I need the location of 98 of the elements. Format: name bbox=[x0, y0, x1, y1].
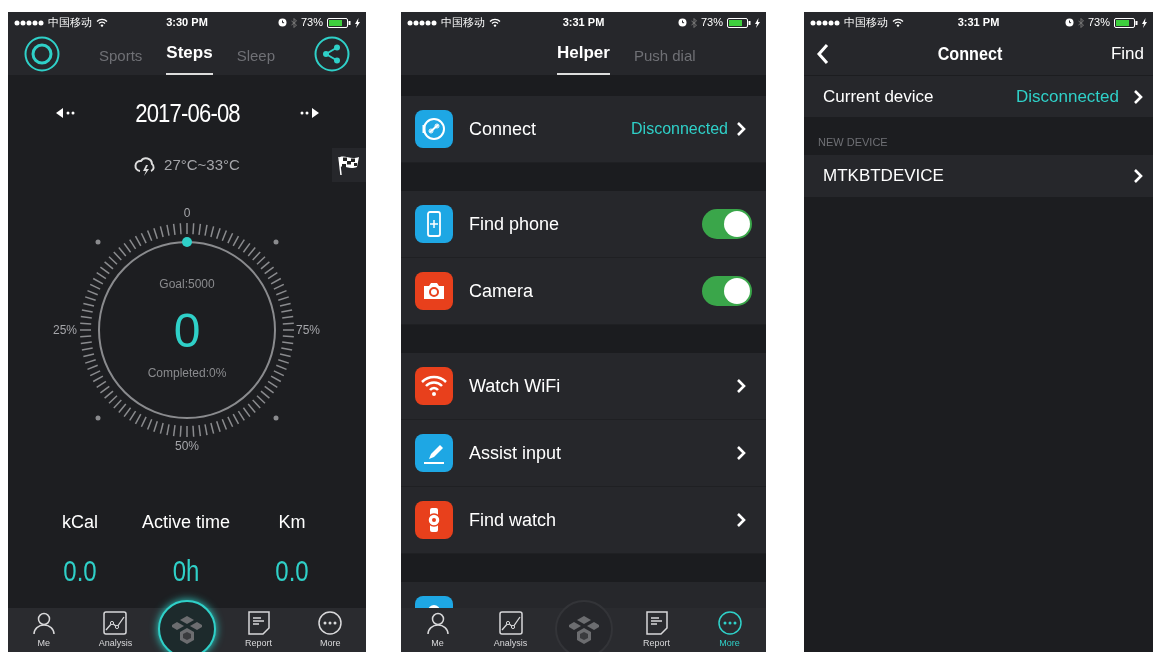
line-chart-icon bbox=[498, 611, 523, 635]
connection-status: Disconnected bbox=[631, 119, 728, 139]
row-label: Watch WiFi bbox=[469, 374, 561, 398]
report-icon bbox=[246, 611, 271, 635]
date-label: 2017-06-08 bbox=[134, 96, 240, 130]
battery-percent: 73% bbox=[701, 15, 723, 31]
current-device-row[interactable]: Current device Disconnected bbox=[804, 75, 1153, 117]
charging-bolt-icon bbox=[755, 17, 760, 28]
cubes-icon bbox=[567, 614, 600, 644]
report-icon bbox=[644, 611, 669, 635]
more-icon bbox=[717, 611, 742, 635]
carrier-name: 中国移动 bbox=[844, 15, 888, 31]
bluetooth-icon bbox=[691, 17, 697, 28]
tab-bar-item[interactable]: Report bbox=[620, 608, 693, 652]
toggle-switch[interactable] bbox=[702, 276, 752, 306]
cubes-icon bbox=[171, 614, 203, 644]
header-tab[interactable]: Steps bbox=[166, 35, 213, 75]
device-name: MTKBTDEVICE bbox=[823, 165, 944, 188]
tab-bar-item[interactable]: Analysis bbox=[474, 608, 547, 652]
toggle-switch[interactable] bbox=[702, 209, 752, 239]
connection-status: Disconnected bbox=[1016, 85, 1119, 108]
scale-label: 75% bbox=[296, 323, 320, 337]
flag-button[interactable] bbox=[332, 148, 366, 182]
row-label: Assist input bbox=[469, 441, 562, 465]
bluetooth-icon bbox=[291, 17, 297, 28]
signal-icon bbox=[810, 19, 840, 26]
wifi-icon bbox=[892, 18, 904, 27]
temperature-range: 27°C~33°C bbox=[164, 154, 240, 175]
section-label: NEW DEVICE bbox=[818, 134, 888, 150]
tab-bar-item[interactable]: Analysis bbox=[79, 608, 152, 652]
share-icon[interactable] bbox=[314, 36, 350, 72]
row-label: Find phone bbox=[469, 212, 560, 236]
step-count: 0 bbox=[173, 304, 201, 357]
carrier-name: 中国移动 bbox=[48, 15, 92, 31]
person-icon bbox=[31, 611, 56, 635]
scale-label: 25% bbox=[53, 323, 77, 337]
tab-bar-item[interactable]: More bbox=[693, 608, 766, 652]
scale-label: 0 bbox=[183, 206, 191, 220]
charging-bolt-icon bbox=[1142, 17, 1147, 28]
settings-row[interactable]: Assist input bbox=[401, 420, 766, 487]
settings-row[interactable]: Camera bbox=[401, 258, 766, 325]
find-button[interactable]: Find bbox=[1109, 40, 1145, 68]
alarm-icon bbox=[278, 18, 287, 27]
thunderstorm-cloud-icon bbox=[134, 154, 157, 176]
status-time: 3:31 PM bbox=[562, 15, 605, 31]
wifi-icon bbox=[489, 18, 501, 27]
alarm-icon bbox=[678, 18, 687, 27]
stat-label: Active time bbox=[141, 511, 231, 534]
battery-icon bbox=[327, 17, 351, 28]
stat-value: 0.0 bbox=[62, 553, 98, 589]
checkered-flag-icon bbox=[338, 155, 360, 175]
stat-label: Km bbox=[277, 511, 307, 534]
line-chart-icon bbox=[103, 611, 128, 635]
signal-icon bbox=[14, 19, 44, 26]
alarm-icon bbox=[1065, 18, 1074, 27]
device-row[interactable]: MTKBTDEVICE bbox=[804, 155, 1153, 197]
row-label: Find watch bbox=[469, 508, 557, 532]
more-icon bbox=[318, 611, 343, 635]
tab-bar-item[interactable]: Me bbox=[401, 608, 474, 652]
settings-row[interactable]: Find watch bbox=[401, 487, 766, 554]
chevron-icon bbox=[736, 121, 746, 137]
battery-icon bbox=[727, 17, 751, 28]
stat-value: 0.0 bbox=[274, 553, 310, 589]
row-label: Current device bbox=[823, 85, 934, 108]
chevron-icon bbox=[736, 378, 746, 394]
signal-icon bbox=[407, 19, 437, 26]
tab-bar-item[interactable]: Report bbox=[222, 608, 295, 652]
center-button[interactable] bbox=[158, 600, 216, 652]
battery-percent: 73% bbox=[301, 15, 323, 31]
circle-logo-icon[interactable] bbox=[24, 36, 60, 72]
battery-icon bbox=[1114, 17, 1138, 28]
status-time: 3:30 PM bbox=[166, 15, 208, 31]
chevron-icon bbox=[736, 512, 746, 528]
battery-percent: 73% bbox=[1088, 15, 1110, 31]
progress-dot bbox=[182, 237, 192, 247]
row-label: Connect bbox=[469, 117, 537, 141]
settings-row[interactable]: Watch WiFi bbox=[401, 353, 766, 420]
tab-bar-item[interactable]: More bbox=[294, 608, 366, 652]
completion-label: Completed:0% bbox=[147, 366, 227, 380]
chevron-icon bbox=[736, 445, 746, 461]
bluetooth-icon bbox=[1078, 17, 1084, 28]
back-icon[interactable] bbox=[816, 43, 830, 65]
goal-label: Goal:5000 bbox=[159, 277, 215, 291]
stat-label: kCal bbox=[61, 511, 99, 534]
tab-bar-item[interactable]: Me bbox=[8, 608, 80, 652]
screen-title: Connect bbox=[936, 41, 1004, 66]
stat-value: 0h bbox=[171, 553, 201, 589]
carrier-name: 中国移动 bbox=[441, 15, 485, 31]
wifi-icon bbox=[96, 18, 108, 27]
settings-row[interactable]: Connect Disconnected bbox=[401, 96, 766, 163]
settings-row[interactable]: Find phone bbox=[401, 191, 766, 258]
person-icon bbox=[425, 611, 450, 635]
row-label: Camera bbox=[469, 279, 534, 303]
chevron-icon bbox=[1133, 88, 1143, 105]
charging-bolt-icon bbox=[355, 17, 360, 28]
scale-label: 50% bbox=[175, 439, 199, 453]
status-time: 3:31 PM bbox=[957, 15, 1000, 31]
chevron-icon bbox=[1133, 168, 1143, 184]
